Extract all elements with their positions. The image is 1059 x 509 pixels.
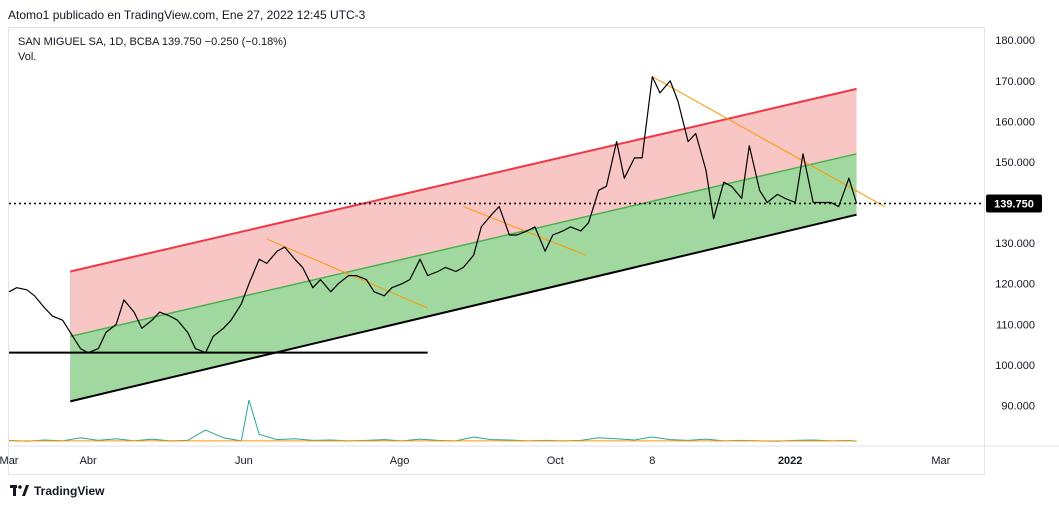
volume-label: Vol. [18,51,37,63]
y-tick-label: 110.000 [996,319,1035,331]
last-price-label: 139.750 [994,199,1034,211]
x-tick-label: Mar [931,455,950,467]
x-tick-label: Oct [547,455,564,467]
volume-line [8,399,857,442]
y-tick-label: 180.000 [995,35,1035,47]
tradingview-logo-icon [10,485,29,496]
x-tick-label: 8 [649,455,655,467]
y-tick-label: 120.000 [995,279,1035,291]
brand-name: TradingView [34,484,105,498]
symbol-info: SAN MIGUEL SA, 1D, BCBA 139.750 −0.250 (… [18,36,287,48]
x-tick-label: Ago [390,455,410,467]
volume-series [8,399,857,442]
y-tick-label: 160.000 [995,116,1035,128]
price-chart[interactable]: 180.000170.000160.000150.000140.000130.0… [0,0,1059,509]
tradingview-footer: TradingView [10,484,104,498]
chart-legend: SAN MIGUEL SA, 1D, BCBA 139.750 −0.250 (… [18,35,287,65]
x-tick-label: Mar [0,455,19,467]
y-tick-label: 100.000 [995,360,1035,372]
y-tick-label: 90.000 [1001,400,1035,412]
x-tick-label: 2022 [778,455,802,467]
y-tick-label: 130.000 [995,238,1035,250]
x-tick-label: Abr [80,455,97,467]
x-tick-label: Jun [235,455,253,467]
y-tick-label: 170.000 [995,76,1035,88]
y-tick-label: 150.000 [995,157,1035,169]
